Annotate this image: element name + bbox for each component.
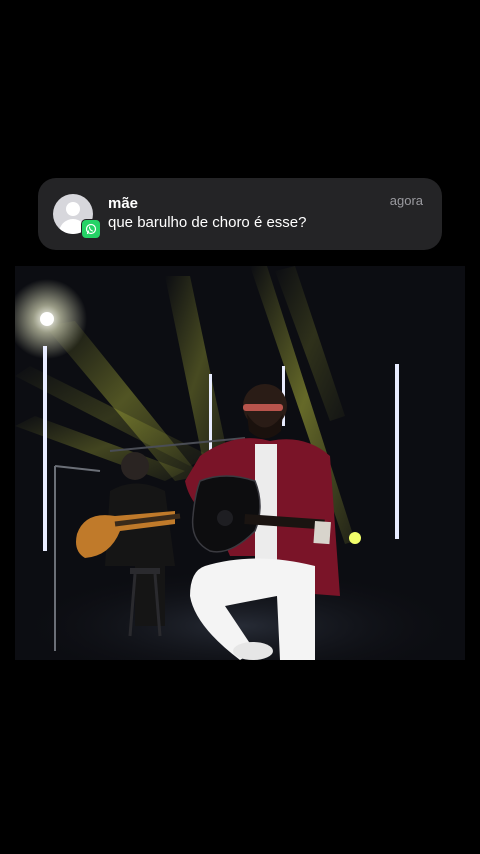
notification-sender: mãe [108,195,139,212]
whatsapp-icon [81,219,101,239]
notification-banner[interactable]: mãe que barulho de choro é esse? agora [38,178,442,250]
concert-scene-image [15,266,465,660]
notification-time: agora [389,193,423,208]
video-frame[interactable] [15,266,465,660]
notification-message: que barulho de choro é esse? [108,214,307,231]
